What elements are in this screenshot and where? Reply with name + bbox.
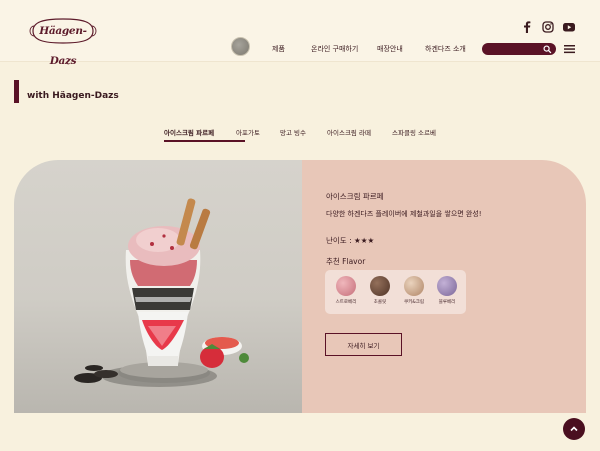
chevron-up-icon <box>570 426 578 432</box>
flavor-label: 블루베리 <box>438 300 456 305</box>
difficulty-rating: 난이도 : ★★★ <box>326 236 375 245</box>
parfait-illustration <box>74 198 249 387</box>
tab-ice-cream-latte[interactable]: 아이스크림 라떼 <box>327 127 371 137</box>
flavor-item-chocolate[interactable]: 초콜릿 <box>365 276 395 305</box>
flavor-item-strawberry[interactable]: 스트로베리 <box>331 276 361 305</box>
recipe-info-panel: 아이스크림 파르페 다양한 하겐다즈 플레이버에 제철과일을 쌓으면 완성! 난… <box>302 160 586 413</box>
haagen-dazs-logo[interactable]: Häagen-Dazs <box>29 16 97 67</box>
search-input[interactable] <box>482 43 556 55</box>
chocolate-scoop-icon <box>370 276 390 296</box>
tab-ice-cream-parfait[interactable]: 아이스크림 파르페 <box>164 127 214 137</box>
recipe-description: 다양한 하겐다즈 플레이버에 제철과일을 쌓으면 완성! <box>326 210 482 218</box>
strawberry-scoop-icon <box>336 276 356 296</box>
facebook-icon[interactable] <box>520 20 534 34</box>
view-details-button[interactable]: 자세히 보기 <box>325 333 402 356</box>
recipe-name: 아이스크림 파르페 <box>326 192 384 201</box>
nav-item-products[interactable]: 제품 <box>272 44 285 54</box>
flavor-label: 쿠키&크림 <box>403 300 425 305</box>
cookies-cream-scoop-icon <box>404 276 424 296</box>
site-header: Häagen-Dazs 제품 온라인 구매하기 매장안내 하겐다즈 소개 <box>0 0 600 67</box>
nav-item-store-locator[interactable]: 매장안내 <box>377 44 403 54</box>
scroll-to-top-button[interactable] <box>563 418 585 440</box>
flavor-label: 초콜릿 <box>373 300 387 305</box>
avatar[interactable] <box>231 37 250 56</box>
flavor-label: 스트로베리 <box>335 300 357 305</box>
nav-item-about[interactable]: 하겐다즈 소개 <box>425 44 466 54</box>
recipe-card: 아이스크림 파르페 다양한 하겐다즈 플레이버에 제철과일을 쌓으면 완성! 난… <box>14 160 586 413</box>
recommended-flavor-title: 추천 Flavor <box>326 257 366 266</box>
instagram-icon[interactable] <box>541 20 555 34</box>
youtube-icon[interactable] <box>562 20 576 34</box>
tab-sparkling-sorbet[interactable]: 스파클링 소르베 <box>392 127 436 137</box>
section-title-accent <box>14 80 19 103</box>
blueberry-scoop-icon <box>437 276 457 296</box>
page-title: with Häagen-Dazs <box>27 91 119 101</box>
hamburger-menu-icon[interactable] <box>564 44 575 54</box>
active-tab-indicator <box>164 140 245 142</box>
logo-wordmark: Häagen-Dazs <box>39 25 87 67</box>
parfait-photo <box>14 160 302 413</box>
search-icon[interactable] <box>543 44 552 54</box>
flavor-list: 스트로베리 초콜릿 쿠키&크림 블루베리 <box>325 270 466 314</box>
flavor-item-cookies-cream[interactable]: 쿠키&크림 <box>399 276 429 305</box>
nav-item-online-purchase[interactable]: 온라인 구매하기 <box>311 44 358 54</box>
tab-affogato[interactable]: 아포가토 <box>236 127 260 137</box>
tab-mango-bingsu[interactable]: 망고 빙수 <box>280 127 306 137</box>
flavor-item-blueberry[interactable]: 블루베리 <box>432 276 462 305</box>
